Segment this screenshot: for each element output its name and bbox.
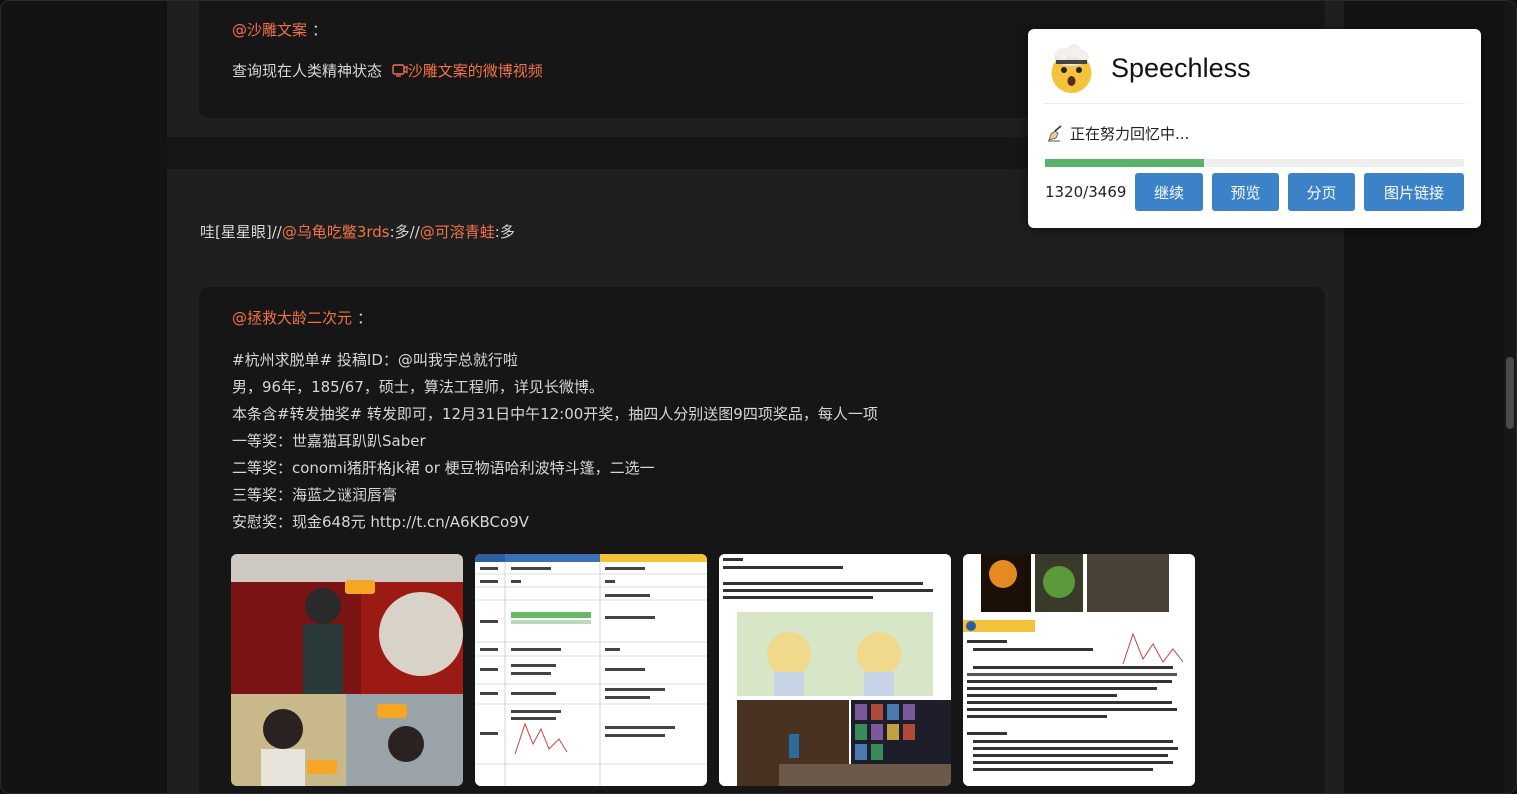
repost-author-link[interactable]: @沙雕文案	[232, 21, 307, 39]
mention-link-1[interactable]: @乌龟吃鳖3rds	[282, 223, 390, 241]
video-link-label: 沙雕文案的微博视频	[407, 62, 543, 80]
image-gallery	[231, 554, 1195, 786]
profile-table-image	[475, 554, 707, 786]
life-info-image	[963, 554, 1195, 786]
repost-line: 安慰奖：现金648元 http://t.cn/A6KBCo9V	[232, 513, 529, 531]
browser-window: @沙雕文案 ： 查询现在人类精神状态 沙雕文案的微博视频 哇[星星眼]//@乌龟…	[0, 0, 1517, 794]
repost-line: #杭州求脱单# 投稿ID：@叫我宇总就行啦	[232, 351, 518, 369]
repost-line: 三等奖：海蓝之谜润唇膏	[232, 486, 398, 504]
popup-status-text: 正在努力回忆中...	[1070, 125, 1190, 143]
repost-line: 本条含#转发抽奖# 转发即可，12月31日中午12:00开奖，抽四人分别送图9四…	[232, 405, 878, 423]
exploding-head-icon	[1051, 44, 1092, 93]
paginate-button[interactable]: 分页	[1288, 173, 1355, 211]
scrollbar-thumb[interactable]	[1506, 357, 1514, 429]
writing-hand-icon	[1048, 124, 1062, 141]
speechless-popup: Speechless 正在努力回忆中... 1320/3469 继续 预览 分页…	[1028, 29, 1481, 228]
photo-collage-image	[231, 554, 463, 786]
repost-line: 一等奖：世嘉猫耳趴趴Saber	[232, 432, 426, 450]
image-links-button[interactable]: 图片链接	[1364, 173, 1464, 211]
continue-button[interactable]: 继续	[1135, 173, 1203, 211]
image-thumbnail[interactable]	[719, 554, 951, 786]
popup-status: 正在努力回忆中...	[1046, 123, 1189, 144]
image-thumbnail[interactable]	[231, 554, 463, 786]
page-scrollbar[interactable]	[1504, 1, 1516, 793]
post-suffix: :多	[494, 223, 515, 241]
mention-link-2[interactable]: @可溶青蛙	[420, 223, 495, 241]
video-icon	[392, 64, 408, 77]
preview-button[interactable]: 预览	[1212, 173, 1279, 211]
post-prefix: 哇[星星眼]//	[200, 223, 282, 241]
progress-bar	[1045, 159, 1464, 167]
anime-screenshot-image	[719, 554, 951, 786]
post-text: 哇[星星眼]//@乌龟吃鳖3rds:多//@可溶青蛙:多	[200, 219, 515, 246]
author-colon: ：	[357, 309, 373, 327]
repost-text: 查询现在人类精神状态	[232, 62, 383, 80]
author-colon: ：	[312, 21, 328, 39]
video-link[interactable]: 沙雕文案的微博视频	[387, 62, 543, 80]
progress-fill	[1045, 159, 1205, 167]
post-card-2: 哇[星星眼]//@乌龟吃鳖3rds:多//@可溶青蛙:多 @拯救大龄二次元 ： …	[167, 169, 1344, 793]
progress-count: 1320/3469	[1045, 183, 1127, 201]
repost-line: 男，96年，185/67，硕士，算法工程师，详见长微博。	[232, 378, 604, 396]
image-thumbnail[interactable]	[475, 554, 707, 786]
repost-author-link[interactable]: @拯救大龄二次元	[232, 309, 352, 327]
repost-body: #杭州求脱单# 投稿ID：@叫我宇总就行啦 男，96年，185/67，硕士，算法…	[232, 347, 878, 536]
post-mid: :多//	[389, 223, 420, 241]
repost-box-2: @拯救大龄二次元 ： #杭州求脱单# 投稿ID：@叫我宇总就行啦 男，96年，1…	[199, 287, 1325, 793]
image-thumbnail[interactable]	[963, 554, 1195, 786]
popup-title: Speechless	[1111, 53, 1251, 83]
repost-line: 二等奖：conomi猪肝格jk裙 or 梗豆物语哈利波特斗篷，二选一	[232, 459, 655, 477]
popup-header: Speechless	[1044, 41, 1251, 96]
popup-divider	[1044, 103, 1465, 104]
